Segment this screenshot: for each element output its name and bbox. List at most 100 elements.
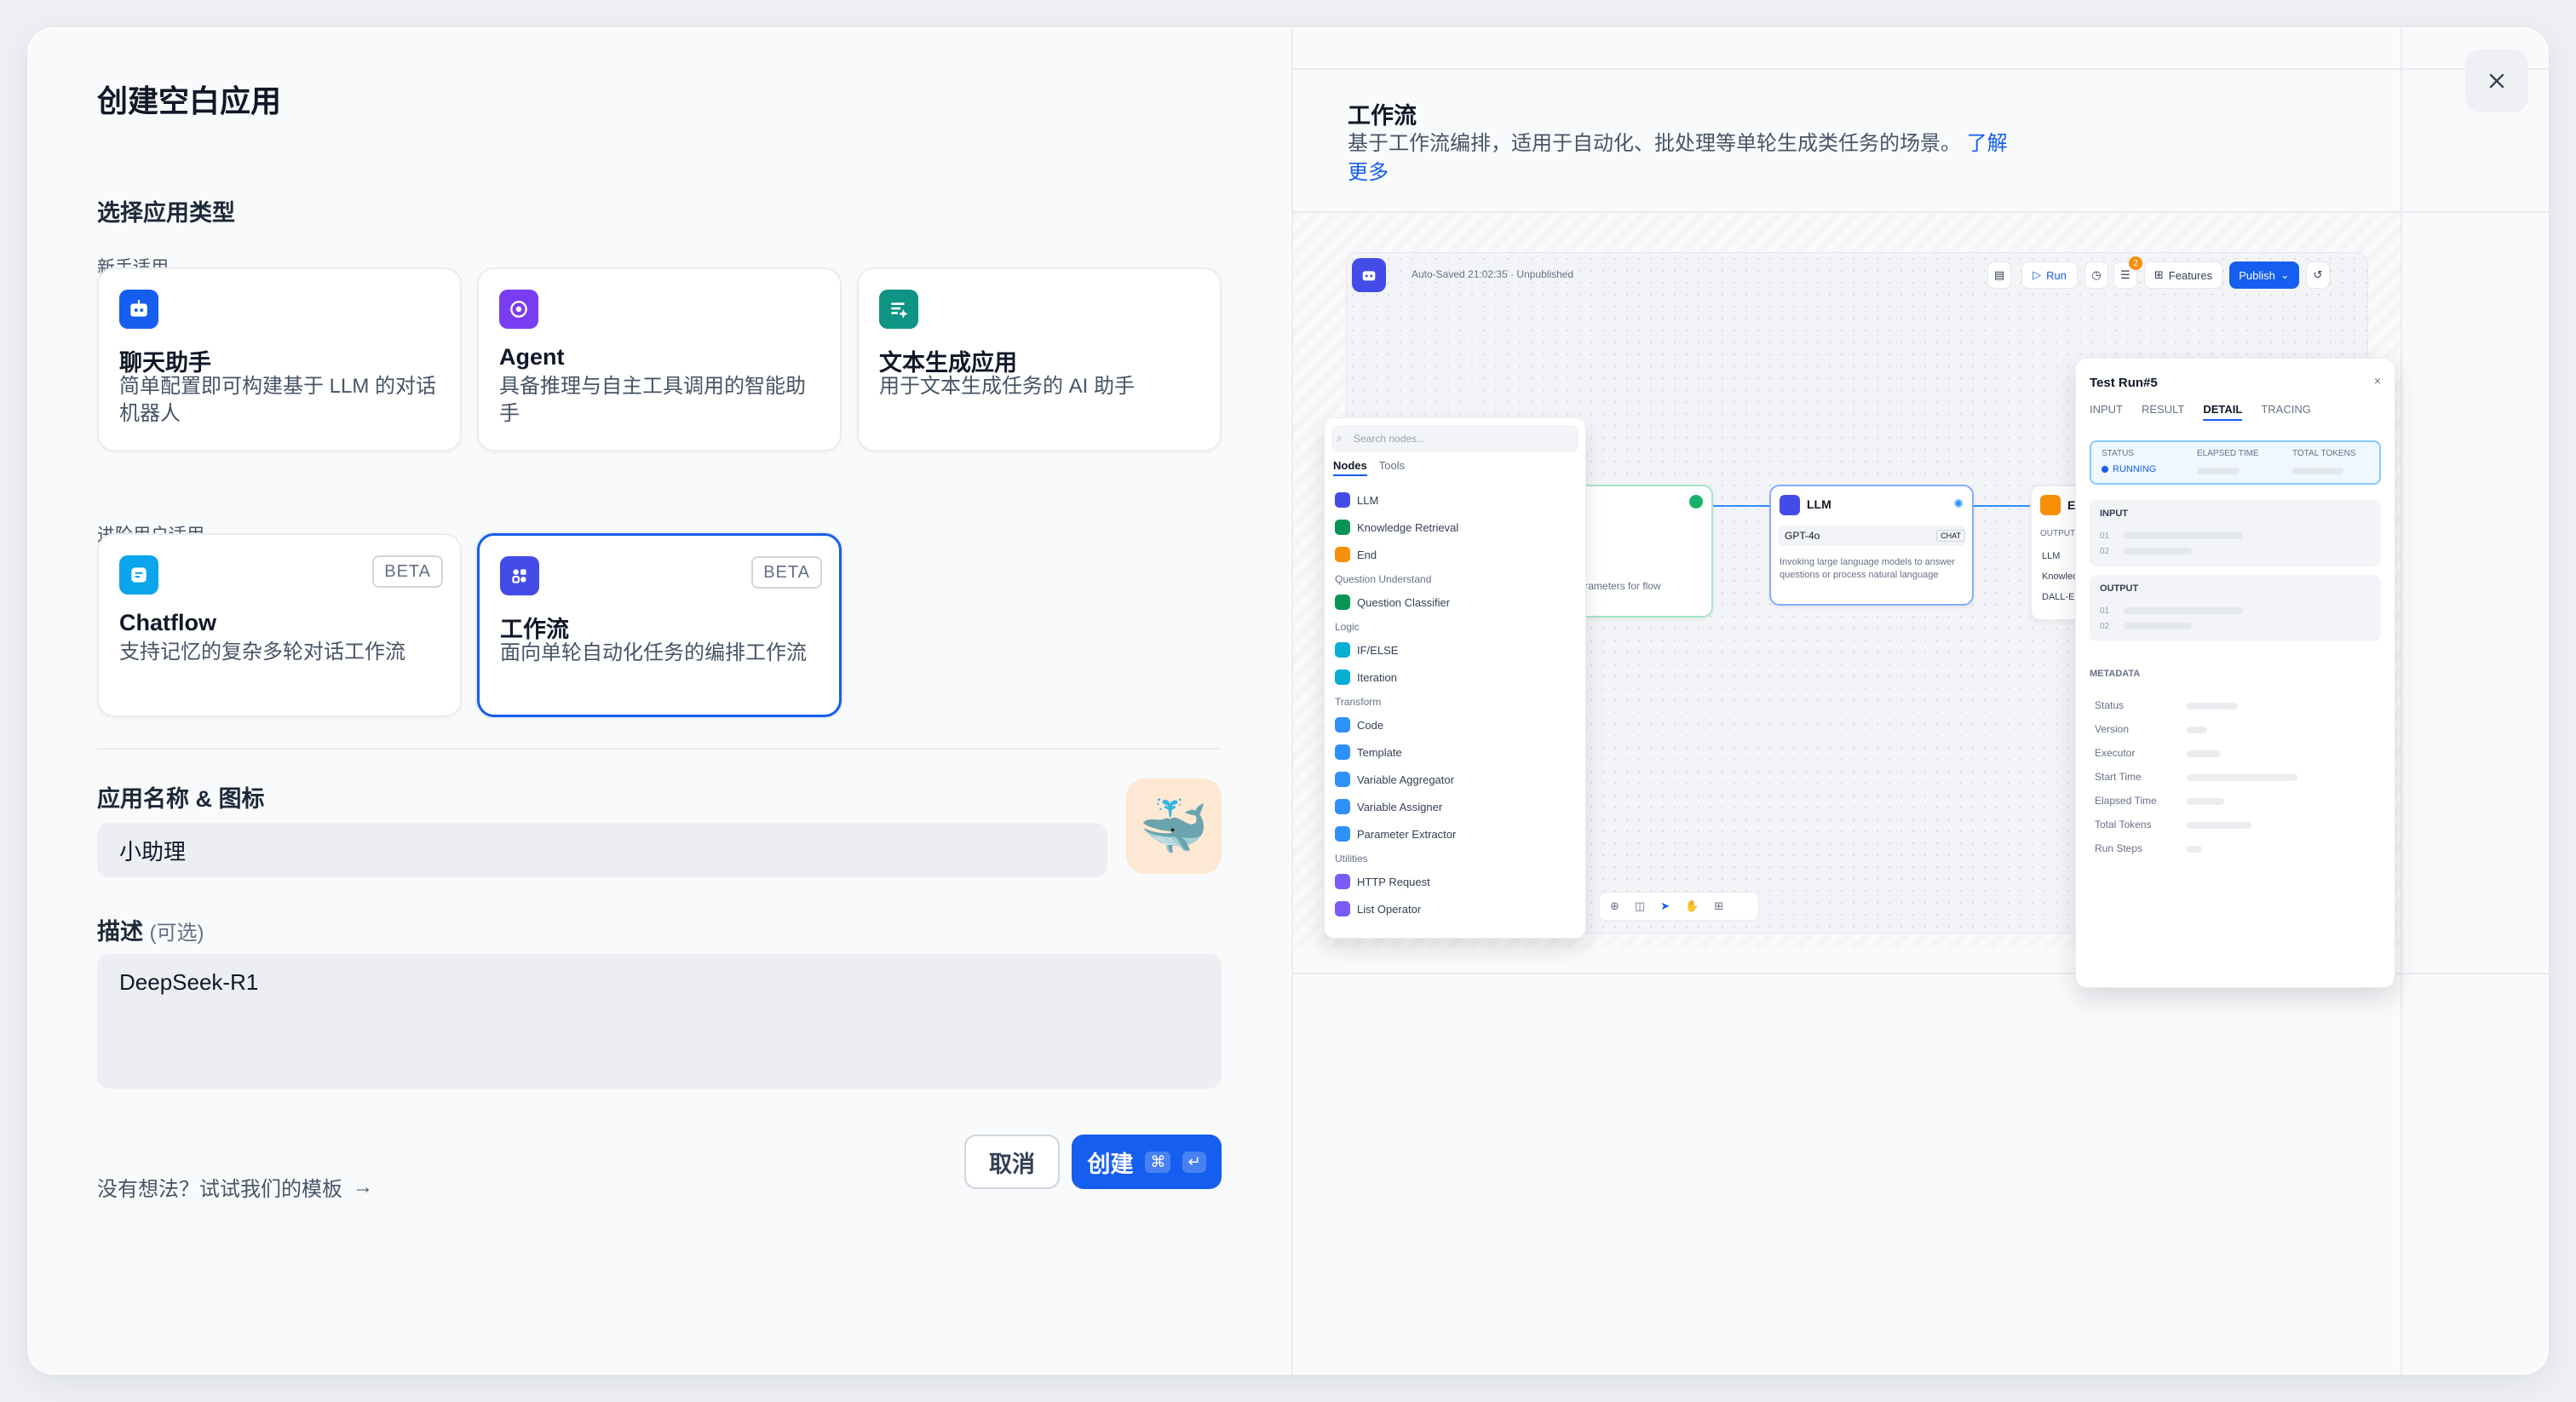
metadata-row-label: Start Time [2095, 771, 2142, 783]
description-textarea[interactable]: DeepSeek-R1 [97, 954, 1222, 1089]
workflow-icon [500, 556, 539, 595]
metadata-row-label: Total Tokens [2095, 819, 2152, 830]
node-list-item: List Operator [1335, 895, 1578, 922]
node-list-item: Variable Aggregator [1335, 766, 1578, 793]
app-name-input[interactable]: 小助理 [97, 823, 1107, 877]
create-button[interactable]: 创建 ⌘ ↵ [1072, 1135, 1222, 1189]
app-type-card-chatflow[interactable]: BETA Chatflow 支持记忆的复杂多轮对话工作流 [97, 533, 462, 717]
template-link[interactable]: 没有想法？试试我们的模板 → [97, 1172, 373, 1202]
placeholder-bar [2187, 798, 2224, 805]
card-desc: 具备推理与自主工具调用的智能助手 [499, 375, 806, 425]
test-run-title: Test Run#5 [2090, 376, 2158, 390]
line-number: 02 [2100, 622, 2110, 631]
dialog-title: 创建空白应用 [97, 83, 282, 118]
node-type-icon [1335, 642, 1350, 658]
app-icon-picker[interactable]: 🐳 [1126, 779, 1222, 874]
placeholder-bar [2197, 468, 2240, 474]
features-button: ⊞ Features [2144, 261, 2222, 289]
app-type-card-chatbot[interactable]: 聊天助手 简单配置即可构建基于 LLM 的对话机器人 [97, 267, 462, 451]
tab-input: INPUT [2090, 403, 2123, 416]
node-search-input: Search nodes... [1331, 425, 1578, 452]
status-box: STATUS RUNNING ELAPSED TIME TOTAL TOKENS [2090, 440, 2381, 485]
node-list-item: End [1335, 541, 1578, 568]
card-desc: 面向单轮自动化任务的编排工作流 [500, 641, 807, 664]
line-number: 01 [2100, 531, 2110, 541]
node-list-item: Question Classifier [1335, 589, 1578, 616]
elapsed-label: ELAPSED TIME [2197, 449, 2259, 458]
card-name: Agent [499, 344, 565, 370]
node-group-label: Utilities [1335, 853, 1368, 865]
node-list-item: IF/ELSE [1335, 636, 1578, 664]
divider [97, 748, 1222, 750]
node-list-item-label: Variable Assigner [1357, 800, 1443, 813]
node-list-item-label: HTTP Request [1357, 875, 1430, 888]
card-desc: 用于文本生成任务的 AI 助手 [879, 375, 1136, 398]
node-list-item-label: Iteration [1357, 670, 1397, 684]
run-label: Run [2046, 268, 2067, 282]
add-node-icon: ⊕ [1610, 899, 1619, 912]
input-label: INPUT [2100, 509, 2128, 519]
llm-node-title: LLM [1807, 497, 1831, 511]
line-number: 01 [2100, 606, 2110, 616]
features-icon: ⊞ [2153, 268, 2164, 281]
history-icon: ◷ [2084, 261, 2108, 289]
node-list-item: LLM [1335, 486, 1578, 514]
placeholder-bar [2124, 532, 2243, 539]
name-icon-label: 应用名称 & 图标 [97, 786, 265, 812]
check-circle-icon [1689, 495, 1703, 509]
loader-icon: ✺ [1953, 497, 1964, 510]
card-desc: 支持记忆的复杂多轮对话工作流 [119, 641, 405, 664]
enter-key-icon: ↵ [1182, 1151, 1206, 1173]
node-list-item-label: List Operator [1357, 902, 1422, 916]
node-list-item: Variable Assigner [1335, 793, 1578, 820]
choose-type-heading: 选择应用类型 [97, 200, 235, 226]
node-list-item: Parameter Extractor [1335, 820, 1578, 848]
autosave-status: Auto-Saved 21:02:35 · Unpublished [1412, 268, 1574, 280]
cancel-button[interactable]: 取消 [964, 1135, 1060, 1189]
placeholder-bar [2187, 750, 2221, 757]
output-label: OUTPUT [2100, 583, 2139, 594]
template-link-text: 没有想法？试试我们的模板 [97, 1178, 342, 1201]
text-generation-icon [879, 290, 918, 329]
placeholder-bar [2124, 548, 2192, 554]
tab-tracing: TRACING [2261, 403, 2311, 416]
node-list-item-label: LLM [1357, 493, 1379, 507]
node-type-icon [1335, 717, 1350, 733]
close-button[interactable] [2465, 49, 2528, 112]
close-icon [2489, 73, 2504, 89]
preview-title: 工作流 [1348, 103, 1417, 129]
placeholder-bar [2292, 468, 2343, 474]
app-type-card-workflow[interactable]: BETA 工作流 面向单轮自动化任务的编排工作流 [477, 533, 842, 717]
create-app-dialog: 创建空白应用 选择应用类型 新手适用 聊天助手 简单配置即可构建基于 LLM 的… [27, 27, 2549, 1375]
output-box: OUTPUT 01 02 [2090, 575, 2381, 641]
node-type-icon [1335, 547, 1350, 562]
preview-desc-text: 基于工作流编排，适用于自动化、批处理等单轮生成类任务的场景。 [1348, 132, 1961, 155]
app-type-card-text-generation[interactable]: 文本生成应用 用于文本生成任务的 AI 助手 [857, 267, 1222, 451]
card-desc: 简单配置即可构建基于 LLM 的对话机器人 [119, 375, 437, 425]
description-label-text: 描述 [97, 919, 143, 945]
start-node-text: parameters for flow [1573, 580, 1661, 592]
metadata-row-label: Elapsed Time [2095, 795, 2157, 807]
model-name: GPT-4o [1785, 530, 1820, 542]
chevron-down-icon: ⌄ [2280, 268, 2290, 281]
organize-icon: ⊞ [1714, 899, 1724, 912]
cmd-key-icon: ⌘ [1145, 1151, 1171, 1173]
app-type-card-agent[interactable]: Agent 具备推理与自主工具调用的智能助手 [477, 267, 842, 451]
test-run-panel: Test Run#5 × INPUT RESULT DETAIL TRACING… [2075, 358, 2395, 988]
node-type-icon [1335, 595, 1350, 610]
grid-line [2401, 27, 2402, 1375]
tab-result: RESULT [2142, 403, 2185, 416]
card-name: Chatflow [119, 610, 216, 635]
chatflow-icon [119, 555, 158, 595]
canvas-toolbar: ⊕ ◫ ➤ ✋ ⊞ [1599, 892, 1759, 921]
placeholder-bar [2187, 822, 2251, 829]
node-type-icon [1335, 901, 1350, 916]
beta-badge: BETA [372, 555, 443, 588]
node-list: LLM Knowledge Retrieval End Question Unders… [1335, 486, 1578, 922]
node-list-item-label: Template [1357, 745, 1402, 759]
test-run-tabs: INPUT RESULT DETAIL TRACING [2090, 403, 2311, 421]
hand-icon: ✋ [1685, 899, 1699, 912]
placeholder-bar [2187, 727, 2207, 733]
node-list-item-label: Knowledge Retrieval [1357, 520, 1459, 534]
agent-icon [499, 290, 538, 329]
